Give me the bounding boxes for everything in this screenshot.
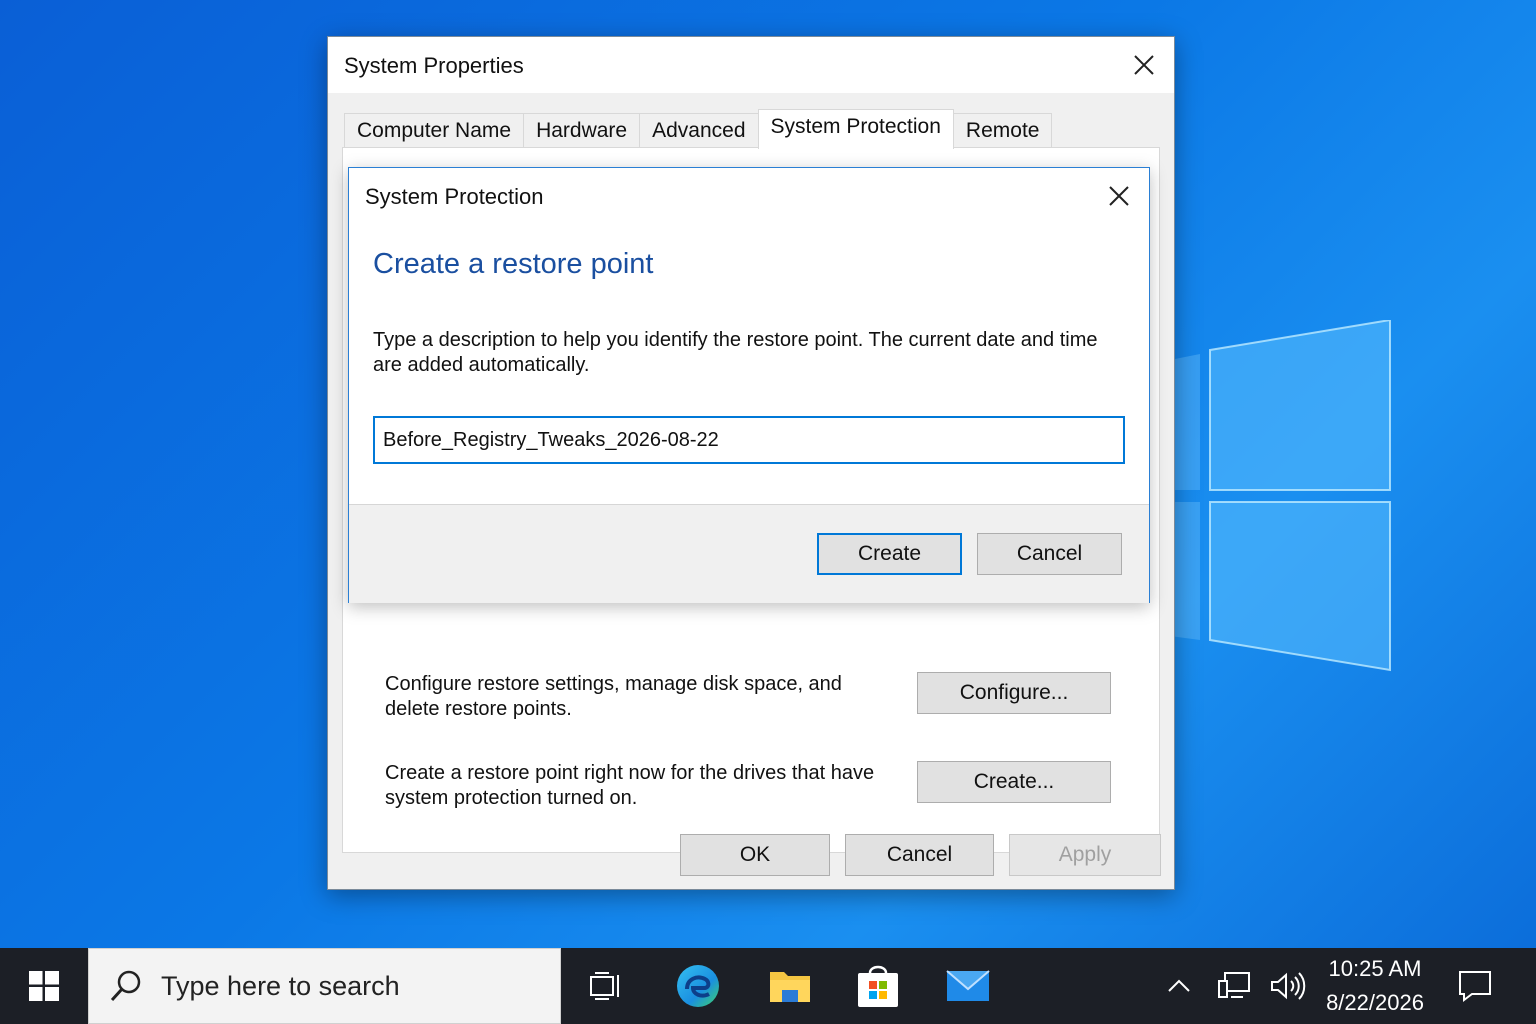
close-button[interactable]	[1120, 45, 1168, 85]
dialog-heading: Create a restore point	[373, 248, 654, 280]
windows-start-icon	[29, 971, 59, 1001]
dialog-description: Type a description to help you identify …	[373, 329, 1098, 376]
configure-button[interactable]: Configure...	[917, 672, 1111, 714]
dialog-create-button[interactable]: Create	[817, 533, 962, 575]
edge-button[interactable]	[672, 960, 724, 1012]
mail-button[interactable]	[942, 960, 994, 1012]
network-icon	[1218, 972, 1250, 998]
tab-strip: Computer Name Hardware Advanced System P…	[344, 109, 1053, 149]
apply-button: Apply	[1009, 834, 1161, 876]
edge-icon	[677, 965, 719, 1007]
taskbar: Type here to search 10:25 AM 8/22/2026	[0, 948, 1536, 1024]
dialog-title: System Protection	[365, 184, 544, 209]
search-placeholder: Type here to search	[161, 971, 400, 1001]
tab-remote[interactable]: Remote	[952, 113, 1053, 149]
close-icon	[1109, 186, 1129, 206]
dialog-footer: Create Cancel	[349, 504, 1149, 603]
clock-date[interactable]: 8/22/2026	[1318, 990, 1432, 1016]
action-center-button[interactable]	[1452, 966, 1498, 1006]
file-explorer-button[interactable]	[764, 960, 816, 1012]
dialog-close-button[interactable]	[1095, 176, 1143, 216]
volume-button[interactable]	[1266, 966, 1310, 1006]
search-icon	[110, 970, 141, 1002]
file-explorer-icon	[770, 972, 810, 1002]
create-restore-point-dialog: System Protection Create a restore point…	[348, 167, 1150, 603]
ok-button[interactable]: OK	[680, 834, 830, 876]
volume-icon	[1271, 972, 1306, 1000]
tab-computer-name[interactable]: Computer Name	[344, 113, 525, 149]
chevron-up-icon	[1168, 979, 1190, 992]
dialog-cancel-button[interactable]: Cancel	[977, 533, 1122, 575]
tab-advanced[interactable]: Advanced	[639, 113, 759, 149]
taskbar-search-box[interactable]: Type here to search	[88, 948, 561, 1024]
configure-description: Configure restore settings, manage disk …	[385, 673, 842, 720]
windows-desktop-logo	[1170, 320, 1391, 672]
mail-icon	[946, 970, 990, 1001]
show-hidden-icons-button[interactable]	[1160, 968, 1198, 1004]
create-restore-point-button[interactable]: Create...	[917, 761, 1111, 803]
task-view-button[interactable]	[580, 960, 632, 1012]
restore-point-description-input[interactable]	[373, 416, 1125, 464]
title-bar: System Properties	[328, 37, 1174, 93]
start-button[interactable]	[0, 948, 88, 1024]
cancel-button[interactable]: Cancel	[845, 834, 994, 876]
close-icon	[1134, 55, 1154, 75]
network-button[interactable]	[1212, 966, 1256, 1006]
tab-hardware[interactable]: Hardware	[523, 113, 641, 149]
create-description: Create a restore point right now for the…	[385, 762, 875, 809]
store-icon	[858, 965, 898, 1007]
tab-system-protection[interactable]: System Protection	[757, 109, 954, 149]
clock-time[interactable]: 10:25 AM	[1318, 956, 1432, 982]
window-title: System Properties	[344, 53, 524, 78]
task-view-icon	[590, 972, 619, 1000]
store-button[interactable]	[852, 960, 904, 1012]
notification-icon	[1459, 971, 1491, 1002]
